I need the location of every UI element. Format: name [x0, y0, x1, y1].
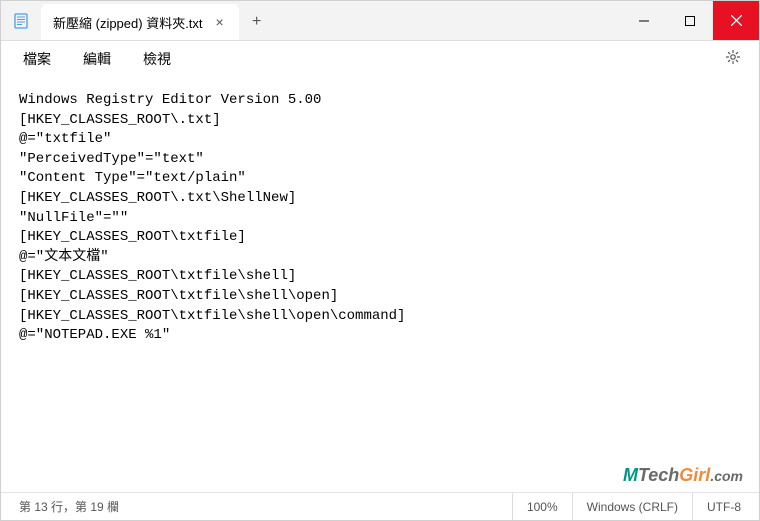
- menubar: 檔案 編輯 檢視: [1, 41, 759, 77]
- statusbar: 第 13 行，第 19 欄 100% Windows (CRLF) UTF-8: [1, 492, 759, 520]
- tab-active[interactable]: 新壓縮 (zipped) 資料夾.txt ×: [41, 4, 239, 40]
- app-icon: [1, 1, 41, 40]
- menu-edit[interactable]: 編輯: [69, 43, 125, 75]
- menu-view[interactable]: 檢視: [129, 43, 185, 75]
- tab-strip: 新壓縮 (zipped) 資料夾.txt × +: [41, 1, 621, 40]
- status-zoom[interactable]: 100%: [512, 493, 572, 520]
- tab-title: 新壓縮 (zipped) 資料夾.txt: [53, 13, 203, 32]
- close-tab-icon[interactable]: ×: [213, 14, 227, 30]
- gear-icon[interactable]: [715, 43, 751, 75]
- new-tab-button[interactable]: +: [239, 4, 275, 40]
- text-editor[interactable]: Windows Registry Editor Version 5.00 [HK…: [1, 77, 759, 492]
- window-controls: [621, 1, 759, 40]
- titlebar: 新壓縮 (zipped) 資料夾.txt × +: [1, 1, 759, 41]
- close-button[interactable]: [713, 1, 759, 40]
- minimize-button[interactable]: [621, 1, 667, 40]
- maximize-button[interactable]: [667, 1, 713, 40]
- status-encoding[interactable]: UTF-8: [692, 493, 755, 520]
- menu-file[interactable]: 檔案: [9, 43, 65, 75]
- status-cursor-position: 第 13 行，第 19 欄: [5, 493, 133, 520]
- status-line-ending[interactable]: Windows (CRLF): [572, 493, 692, 520]
